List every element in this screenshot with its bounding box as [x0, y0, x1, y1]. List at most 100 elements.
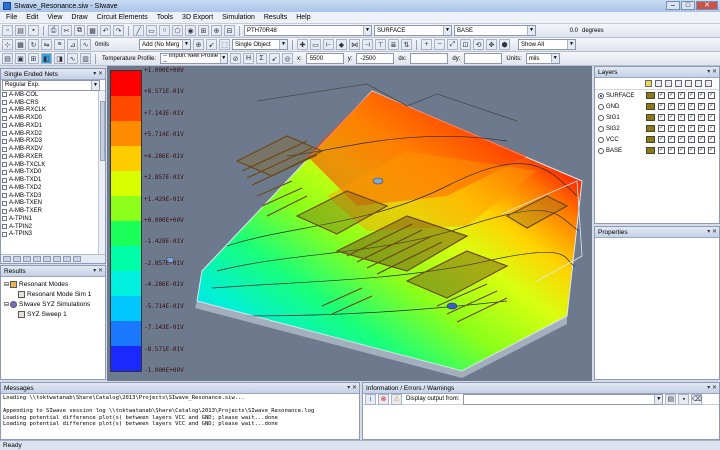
menu-file[interactable]: File	[6, 14, 17, 21]
menu-3d-export[interactable]: 3D Export	[182, 14, 213, 21]
undo-icon[interactable]: ↶	[100, 25, 111, 36]
menu-view[interactable]: View	[47, 14, 62, 21]
menu-draw[interactable]: Draw	[71, 14, 87, 21]
layer-row[interactable]: GND ✓ ✓ ✓ ✓ ✓ ✓	[595, 101, 719, 112]
layer-color-swatch[interactable]	[646, 92, 655, 99]
tab-icon[interactable]	[43, 256, 51, 262]
tab-icon[interactable]	[53, 256, 61, 262]
component-view-icon[interactable]: ▣	[15, 53, 26, 64]
layer-active-radio[interactable]	[598, 103, 604, 110]
open-folder-icon[interactable]: ▤	[665, 393, 677, 405]
net-list-item[interactable]: A-MB-COL	[2, 91, 105, 99]
print-icon[interactable]: ⎙	[48, 25, 59, 36]
layer-visibility-checkbox[interactable]: ✓	[688, 92, 695, 99]
clear-log-icon[interactable]: ⌫	[691, 393, 703, 405]
net-list-item[interactable]: A-MB-RXD1	[2, 122, 105, 130]
layer-row[interactable]: SIG1 ✓ ✓ ✓ ✓ ✓ ✓	[595, 112, 719, 123]
layer-visibility-checkbox[interactable]: ✓	[708, 125, 715, 132]
lock-icon[interactable]: ⊘	[230, 53, 242, 64]
layer-visibility-checkbox[interactable]: ✓	[708, 103, 715, 110]
error-icon[interactable]: ⊗	[378, 393, 389, 405]
layer-visibility-checkbox[interactable]: ✓	[668, 114, 675, 121]
layer-active-radio[interactable]	[598, 125, 604, 132]
panel-close-icon[interactable]: ▾ ✕	[707, 384, 717, 391]
select-pointer-icon[interactable]: ➹	[206, 39, 217, 50]
connect-icon[interactable]: ⋈	[349, 39, 360, 50]
wave-icon[interactable]: ∿	[67, 53, 78, 64]
net-list-item[interactable]: A-MB-TXER	[2, 207, 105, 215]
flip-icon[interactable]: ⇅	[401, 39, 412, 50]
net-checkbox[interactable]	[2, 92, 7, 98]
layer-view-icon[interactable]: ▤	[2, 53, 13, 64]
add-mode-combo[interactable]: Add (No Merg ▼	[139, 39, 191, 50]
net-checkbox[interactable]	[2, 208, 7, 214]
layer-color-swatch[interactable]	[646, 114, 655, 121]
tab-icon[interactable]	[33, 256, 41, 262]
split-icon[interactable]: ⊣	[362, 39, 373, 50]
layer-active-radio[interactable]	[598, 136, 604, 143]
net-checkbox[interactable]	[2, 123, 7, 129]
net-list-item[interactable]: A-MB-TXD0	[2, 169, 105, 177]
layer-visibility-checkbox[interactable]: ✓	[658, 136, 665, 143]
color-column-icon[interactable]	[645, 80, 652, 87]
zoom-icon[interactable]: ⊕	[193, 39, 204, 50]
trace-icon[interactable]: ∿	[80, 39, 91, 50]
merge-icon[interactable]: ⊤	[375, 39, 386, 50]
panel-close-icon[interactable]: ▾ ✕	[707, 228, 717, 235]
draw-rect-icon[interactable]: ▭	[146, 25, 157, 36]
net-checkbox[interactable]	[2, 154, 7, 160]
layer-visibility-checkbox[interactable]: ✓	[698, 147, 705, 154]
via-icon[interactable]: ◉	[185, 25, 196, 36]
menu-tools[interactable]: Tools	[157, 14, 173, 21]
net-checkbox[interactable]	[2, 185, 7, 191]
layer-visibility-checkbox[interactable]: ✓	[658, 125, 665, 132]
net-checkbox[interactable]	[2, 107, 7, 113]
draw-circle-icon[interactable]: ○	[159, 25, 170, 36]
tab-icon[interactable]	[23, 256, 31, 262]
layers-icon[interactable]: ≣	[388, 39, 399, 50]
net-checkbox[interactable]	[2, 138, 7, 144]
close-button[interactable]: ✕	[696, 1, 718, 10]
layer-visibility-checkbox[interactable]: ✓	[668, 92, 675, 99]
layer-visibility-checkbox[interactable]: ✓	[678, 125, 685, 132]
net-checkbox[interactable]	[2, 216, 7, 222]
target-icon[interactable]: ◎	[282, 53, 294, 64]
show-filter-combo[interactable]: Show All ▼	[518, 39, 576, 50]
layer-row[interactable]: SIG2 ✓ ✓ ✓ ✓ ✓ ✓	[595, 123, 719, 134]
zoom-window-icon[interactable]: ⊡	[460, 39, 471, 50]
tab-icon[interactable]	[3, 256, 11, 262]
new-file-icon[interactable]: ▫	[2, 25, 13, 36]
draw-poly-icon[interactable]: ⬠	[172, 25, 183, 36]
net-list-item[interactable]: A-MB-CRS	[2, 99, 105, 107]
pin-column-icon[interactable]	[655, 80, 662, 87]
layer-visibility-checkbox[interactable]: ✓	[678, 136, 685, 143]
layer-visibility-checkbox[interactable]: ✓	[658, 147, 665, 154]
dx-field[interactable]	[410, 53, 449, 64]
units-combo[interactable]: mils ▼	[525, 53, 560, 64]
paste-icon[interactable]: ▦	[87, 25, 98, 36]
net-checkbox[interactable]	[2, 231, 7, 237]
net-list-item[interactable]: A-TPIN2	[2, 223, 105, 231]
zoom-out-icon[interactable]: −	[434, 39, 445, 50]
display-output-combo[interactable]: ▼	[463, 393, 664, 405]
menu-simulation[interactable]: Simulation	[222, 14, 255, 21]
layer-color-swatch[interactable]	[646, 136, 655, 143]
layer-row[interactable]: SURFACE ✓ ✓ ✓ ✓ ✓ ✓	[595, 90, 719, 101]
rotate-icon[interactable]: ↻	[28, 39, 39, 50]
tab-icon[interactable]	[63, 256, 71, 262]
tree-item-resonant-mode-sim[interactable]: Resonant Mode Sim 1	[4, 289, 105, 299]
layer-active-radio[interactable]	[598, 147, 604, 154]
nets-filter-combo[interactable]: Regular Exp. ▼	[2, 79, 100, 91]
redo-icon[interactable]: ↷	[113, 25, 124, 36]
tree-item-resonant-modes[interactable]: ⊟ Resonant Modes	[4, 279, 105, 289]
sigma-icon[interactable]: Σ	[256, 53, 268, 64]
layer-visibility-checkbox[interactable]: ✓	[678, 92, 685, 99]
layer-active-radio[interactable]	[598, 92, 604, 99]
align-icon[interactable]: ≡	[54, 39, 65, 50]
pointer-icon[interactable]: ➹	[269, 53, 281, 64]
panel-close-icon[interactable]: ▾ ✕	[93, 267, 103, 274]
menu-help[interactable]: Help	[296, 14, 310, 21]
layer-color-swatch[interactable]	[646, 125, 655, 132]
layer-row[interactable]: BASE ✓ ✓ ✓ ✓ ✓ ✓	[595, 145, 719, 156]
3d-viewport[interactable]: +1.000E+00V +8.571E-01V +7.143E-01V +5.714E…	[107, 66, 592, 381]
